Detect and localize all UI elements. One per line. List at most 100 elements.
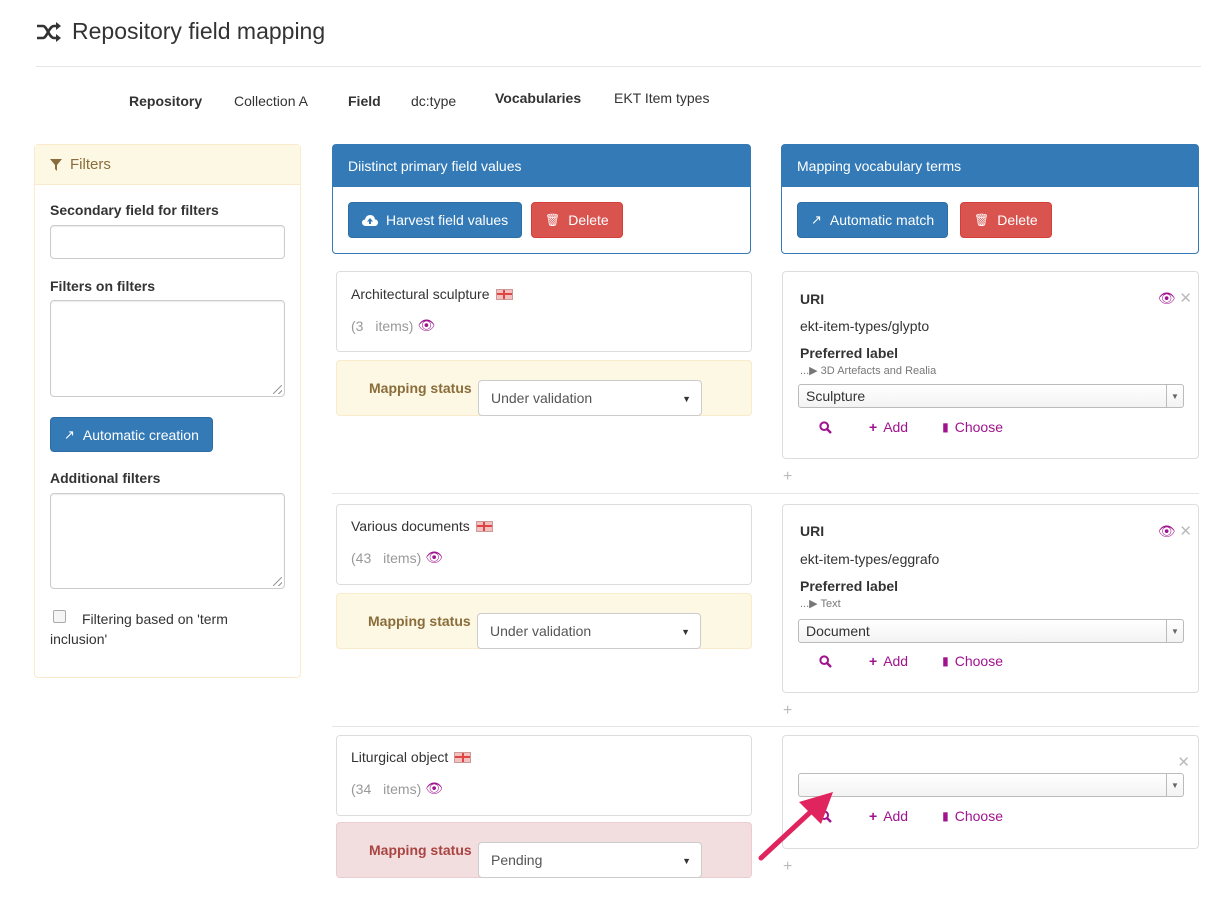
eye-icon[interactable]: 👁︎ [1158,290,1176,306]
secondary-field-input[interactable] [50,225,285,259]
distinct-delete-button[interactable]: 🗑︎ Delete [531,202,623,238]
resize-handle-icon[interactable] [273,577,282,586]
close-icon[interactable]: ✕ [1179,290,1192,307]
book-icon: ▮ [942,809,949,823]
page-title: Repository field mapping [36,18,325,45]
caret-down-icon: ▼ [681,627,690,637]
field-value-card: Various documents (43 items) 👁︎ [336,504,752,585]
filters-header: Filters [35,145,300,185]
term-card: 👁︎ ✕ URI ekt-item-types/eggrafo Preferre… [782,504,1199,693]
field-value-text: Various documents [351,518,470,534]
field-value-text: Architectural sculpture [351,286,490,302]
repository-value: Collection A [234,93,308,109]
choose-term-label: Choose [954,653,1003,669]
resize-handle-icon[interactable] [273,385,282,394]
preferred-label-label: Preferred label [800,345,899,361]
plus-icon: + [869,419,878,435]
plus-icon: + [869,808,878,824]
add-row-plus-icon[interactable]: + [783,702,792,720]
add-term-label: Add [883,653,909,669]
add-term-label: Add [883,808,909,824]
cloud-upload-icon [362,215,378,226]
term-select[interactable]: Document ▼ [798,619,1184,643]
eye-icon[interactable]: 👁︎ [425,780,443,797]
close-icon[interactable]: ✕ [1177,753,1190,771]
add-term-label: Add [883,419,909,435]
vocabularies-value: EKT Item types [614,90,710,106]
choose-term-button[interactable]: ▮ Choose [942,419,1003,435]
mapping-status-label: Mapping status [369,842,472,858]
term-card-controls: 👁︎ ✕ [1158,522,1192,540]
harvest-field-values-button[interactable]: Harvest field values [348,202,523,238]
field-value-text: Liturgical object [351,749,449,765]
add-term-button[interactable]: + Add [869,419,908,435]
add-term-button[interactable]: + Add [869,808,908,824]
uri-label: URI [800,291,825,307]
items-count-suffix: items) [383,780,422,797]
mapping-status-value: Under validation [491,390,593,406]
row-divider [332,726,1199,727]
items-count: (43 items) 👁︎ [351,549,443,566]
secondary-field-label: Secondary field for filters [50,202,219,218]
caret-down-icon: ▼ [1166,774,1183,796]
eye-icon[interactable]: 👁︎ [417,317,435,334]
mapping-status-label: Mapping status [369,380,472,396]
add-row-plus-icon[interactable]: + [783,468,792,486]
term-select-value: Sculpture [806,388,866,404]
field-value-title: Architectural sculpture [351,286,513,302]
harvest-field-values-label: Harvest field values [386,212,509,228]
mapping-status-box: Mapping status Under validation ▼ [336,593,752,649]
filters-on-filters-label: Filters on filters [50,278,156,294]
field-label: Field [348,93,381,109]
magic-wand-icon: ↗ [64,426,75,442]
trash-icon: 🗑︎ [974,213,990,227]
vocab-delete-label: Delete [997,212,1038,228]
trash-icon: 🗑︎ [545,213,561,227]
items-count-prefix: (43 [351,549,372,566]
mapping-status-box: Mapping status Under validation ▼ [336,360,752,416]
items-count-suffix: items) [375,317,414,334]
repository-label: Repository [129,93,203,109]
search-icon[interactable] [819,420,832,434]
term-card: ✕ ▼ + Add ▮ Choose [782,735,1199,849]
eye-icon[interactable]: 👁︎ [1158,523,1176,539]
automatic-match-button[interactable]: ↗ Automatic match [797,202,949,238]
flag-icon [454,751,472,763]
add-term-button[interactable]: + Add [869,653,908,669]
field-value-card: Architectural sculpture (3 items) 👁︎ [336,271,752,352]
filters-on-filters-textarea[interactable] [50,300,285,397]
search-icon[interactable] [819,654,832,668]
term-select[interactable]: ▼ [798,773,1184,797]
mapping-status-select[interactable]: Under validation ▼ [477,613,701,649]
row-divider [332,493,1199,494]
mapping-status-select[interactable]: Pending ▼ [478,842,702,878]
vocab-terms-header: Mapping vocabulary terms [782,145,1198,187]
magic-wand-icon: ↗ [811,212,822,227]
vocab-delete-button[interactable]: 🗑︎ Delete [960,202,1052,238]
items-count-prefix: (34 [351,780,372,797]
automatic-creation-button[interactable]: ↗ Automatic creation [50,417,213,452]
eye-icon[interactable]: 👁︎ [425,549,443,566]
choose-term-label: Choose [954,808,1003,824]
field-value-card: Liturgical object (34 items) 👁︎ [336,735,752,816]
items-count-prefix: (3 [351,317,364,334]
term-actions: + Add ▮ Choose [819,419,1003,435]
caret-down-icon: ▼ [682,394,691,404]
mapping-status-value: Pending [491,852,543,868]
additional-filters-textarea[interactable] [50,493,285,589]
close-icon[interactable]: ✕ [1179,523,1192,540]
shuffle-icon [37,21,61,42]
flag-icon [495,288,513,300]
mapping-status-box: Mapping status Pending ▼ [336,822,752,878]
choose-term-button[interactable]: ▮ Choose [942,808,1003,824]
term-card-controls: 👁︎ ✕ [1158,289,1192,307]
automatic-creation-label: Automatic creation [82,426,199,443]
uri-value: ekt-item-types/glypto [800,318,930,334]
choose-term-button[interactable]: ▮ Choose [942,653,1003,669]
items-count-suffix: items) [383,549,422,566]
term-breadcrumb: ...▶ 3D Artefacts and Realia [800,365,937,377]
field-value-title: Liturgical object [351,749,472,765]
items-count: (34 items) 👁︎ [351,780,443,797]
mapping-status-select[interactable]: Under validation ▼ [478,380,702,416]
term-select[interactable]: Sculpture ▼ [798,384,1184,408]
